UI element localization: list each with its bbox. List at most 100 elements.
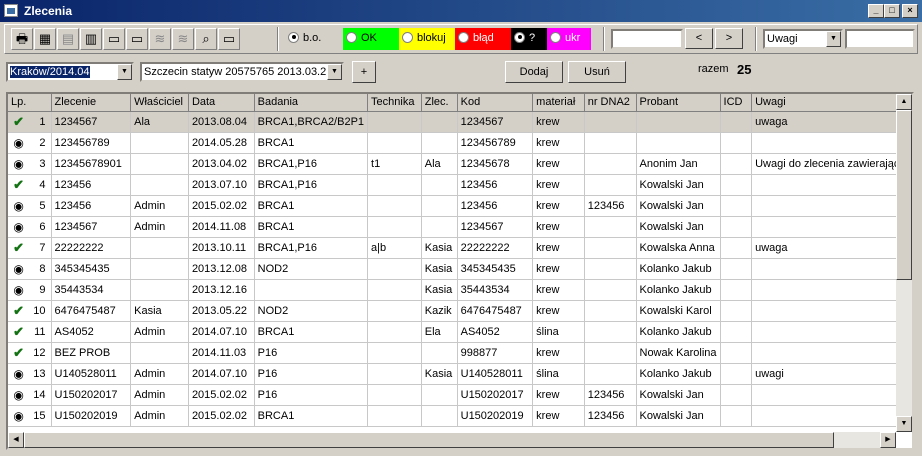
radio-icon[interactable] [514, 31, 525, 43]
table-row[interactable]: ✔ 10 6476475487 Kasia 2013.05.22 NOD2 Kazik 647… [8, 300, 912, 322]
remarks-combo[interactable]: Uwagi ▼ [763, 29, 843, 49]
table-row[interactable]: ◉ 14 U150202017 Admin 2015.02.02 P16 U15020201… [8, 384, 912, 406]
table-row[interactable]: ◉ 5 123456 Admin 2015.02.02 BRCA1 123456 krew 12… [8, 195, 912, 217]
scroll-up-icon[interactable]: ▲ [896, 94, 912, 110]
cell-badania: BRCA1,BRCA2/B2P1 [254, 111, 369, 133]
column-header[interactable]: Zlec. [421, 94, 458, 112]
series-combo[interactable]: Szczecin statyw 20575765 2013.03.21 ▼ [140, 62, 344, 82]
cell-icd [720, 111, 753, 133]
add-series-button[interactable]: + [352, 61, 376, 83]
cell-wlasciciel: Admin [130, 321, 189, 343]
table-row[interactable]: ◉ 13 U140528011 Admin 2014.07.10 P16 Kasia U140… [8, 363, 912, 385]
scroll-thumb[interactable] [896, 110, 912, 280]
bar-chart-icon[interactable]: ▥ [80, 28, 102, 50]
chevron-down-icon[interactable]: ▼ [327, 64, 342, 80]
cell-probant: Kowalski Jan [636, 384, 721, 406]
navigation-field[interactable] [611, 29, 683, 49]
vertical-scrollbar[interactable]: ▲ ▼ [896, 94, 912, 432]
column-header[interactable]: Uwagi [751, 94, 912, 112]
scroll-down-icon[interactable]: ▼ [896, 416, 912, 432]
radio-icon[interactable] [346, 31, 357, 43]
column-header[interactable]: Data [188, 94, 255, 112]
cell-badania: BRCA1,P16 [254, 237, 369, 259]
column-header[interactable]: Właściciel [130, 94, 189, 112]
prev-button[interactable]: < [685, 28, 713, 49]
table-row[interactable]: ✔ 11 AS4052 Admin 2014.07.10 BRCA1 Ela AS4052 śl… [8, 321, 912, 343]
cell-kod: AS4052 [457, 321, 534, 343]
open-folder-icon[interactable]: ▭ [103, 28, 125, 50]
calculator-icon[interactable]: ▦ [34, 28, 56, 50]
document-icon[interactable]: ▤ [57, 28, 79, 50]
status-filter-blokuj[interactable]: blokuj [399, 28, 455, 50]
location-combo[interactable]: Kraków/2014.04 ▼ [6, 62, 134, 82]
column-header[interactable]: Badania [254, 94, 369, 112]
card-icon[interactable]: ▭ [218, 28, 240, 50]
column-header[interactable]: nr DNA2 [584, 94, 637, 112]
folder-arrow-icon[interactable]: ▭ [126, 28, 148, 50]
table-row[interactable]: ✔ 12 BEZ PROB 2014.11.03 P16 998877 krew Nowak … [8, 342, 912, 364]
status-filter-unknown[interactable]: ? [511, 28, 547, 50]
cell-uwagi [751, 174, 912, 196]
remove-button[interactable]: Usuń [568, 61, 626, 83]
dna-icon[interactable]: ≋ [149, 28, 171, 50]
toolbar-separator [755, 27, 757, 51]
cell-icd [720, 300, 753, 322]
add-button[interactable]: Dodaj [505, 61, 563, 83]
next-button[interactable]: > [715, 28, 743, 49]
minimize-button[interactable]: _ [868, 4, 884, 18]
table-row[interactable]: ◉ 9 35443534 2013.12.16 Kasia 35443534 krew Kol… [8, 279, 912, 301]
chevron-down-icon[interactable]: ▼ [826, 31, 841, 47]
radio-icon[interactable] [458, 31, 469, 43]
cell-technika [367, 405, 422, 427]
close-button[interactable]: × [902, 4, 918, 18]
table-row[interactable]: ✔ 7 22222222 2013.10.11 BRCA1,P16 a|b Kasia 222… [8, 237, 912, 259]
table-row[interactable]: ◉ 2 123456789 2014.05.28 BRCA1 123456789 krew [8, 132, 912, 154]
cell-icd [720, 132, 753, 154]
column-header[interactable]: materiał [532, 94, 585, 112]
column-header[interactable]: Probant [636, 94, 721, 112]
status-filter-ukr[interactable]: ukr [547, 28, 591, 50]
check-icon: ✔ [13, 239, 25, 255]
magnifier-icon[interactable]: ⌕ [195, 28, 217, 50]
column-header[interactable]: Kod [457, 94, 534, 112]
cell-technika [367, 300, 422, 322]
table-row[interactable]: ✔ 4 123456 2013.07.10 BRCA1,P16 123456 krew Kow… [8, 174, 912, 196]
table-row[interactable]: ◉ 3 12345678901 2013.04.02 BRCA1,P16 t1 Ala 123… [8, 153, 912, 175]
title-bar: Zlecenia _ □ × [0, 0, 922, 22]
status-filter-blad[interactable]: błąd [455, 28, 511, 50]
radio-icon[interactable] [550, 31, 561, 43]
radio-icon[interactable] [288, 31, 299, 43]
chevron-down-icon[interactable]: ▼ [117, 64, 132, 80]
maximize-button[interactable]: □ [884, 4, 900, 18]
table-row[interactable]: ◉ 6 1234567 Admin 2014.11.08 BRCA1 1234567 krew… [8, 216, 912, 238]
dna-arrow-icon[interactable]: ≋ [172, 28, 194, 50]
column-header[interactable]: ICD [720, 94, 753, 112]
scroll-thumb[interactable] [24, 432, 834, 448]
table-row[interactable]: ◉ 15 U150202019 Admin 2015.02.02 BRCA1 U150202… [8, 405, 912, 427]
radio-icon[interactable] [402, 31, 413, 43]
table-row[interactable]: ◉ 8 345345435 2013.12.08 NOD2 Kasia 345345435 k… [8, 258, 912, 280]
cell-lp: 11 [29, 321, 52, 343]
horizontal-scrollbar[interactable]: ◀ ▶ [8, 432, 896, 448]
cell-data: 2014.11.03 [188, 342, 255, 364]
cell-probant: Kowalski Jan [636, 174, 721, 196]
cell-zlec [421, 216, 458, 238]
table-row[interactable]: ✔ 1 1234567 Ala 2013.08.04 BRCA1,BRCA2/B2P1 12… [8, 111, 912, 133]
scroll-right-icon[interactable]: ▶ [880, 432, 896, 448]
cell-badania: BRCA1 [254, 405, 369, 427]
column-header[interactable]: Technika [367, 94, 422, 112]
printer-icon[interactable]: 🖶 [11, 28, 33, 50]
remarks-search-input[interactable] [845, 29, 915, 49]
status-filter-ok[interactable]: OK [343, 28, 399, 50]
scroll-left-icon[interactable]: ◀ [8, 432, 24, 448]
column-header[interactable]: Zlecenie [51, 94, 132, 112]
cell-lp: 8 [29, 258, 52, 280]
column-header[interactable]: Lp. [8, 94, 52, 112]
status-filter-bo[interactable]: b.o. [285, 28, 343, 50]
cell-material: krew [532, 132, 585, 154]
cell-zlec [421, 111, 458, 133]
cell-technika: a|b [367, 237, 422, 259]
cell-data: 2013.12.16 [188, 279, 255, 301]
cell-probant: Kolanko Jakub [636, 258, 721, 280]
cell-zlecenie: U150202017 [51, 384, 132, 406]
